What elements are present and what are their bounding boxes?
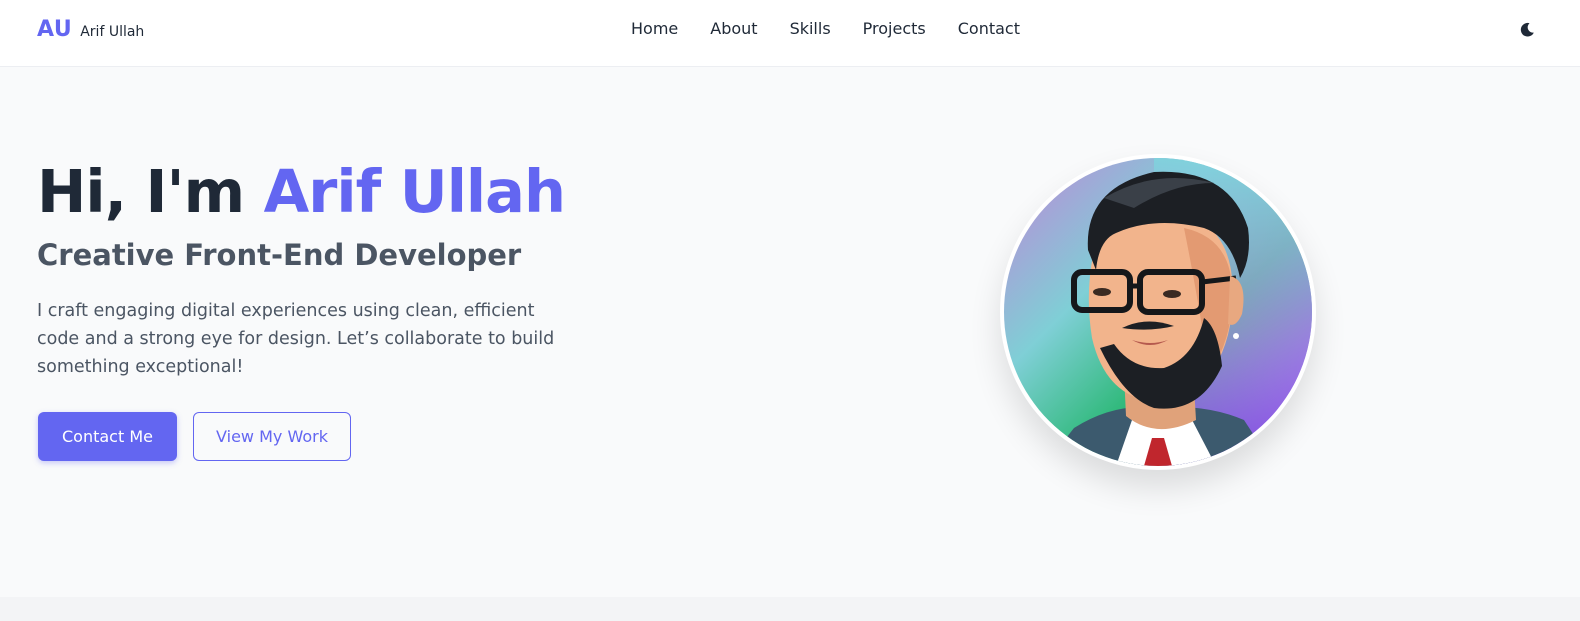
next-section-edge	[0, 597, 1580, 621]
brand-initials: AU	[37, 17, 73, 42]
hero-title: Hi, I'm Arif Ullah	[37, 156, 566, 228]
moon-icon	[1520, 22, 1534, 37]
brand-logo-link[interactable]: AU Arif Ullah	[37, 17, 144, 42]
contact-me-button[interactable]: Contact Me	[38, 412, 177, 461]
hero-name: Arif Ullah	[263, 157, 566, 226]
nav-link-skills[interactable]: Skills	[790, 19, 831, 38]
navbar: AU Arif Ullah Home About Skills Projects…	[0, 0, 1580, 67]
hero-subtitle: Creative Front-End Developer	[37, 238, 522, 272]
avatar-illustration	[1004, 158, 1312, 466]
nav-link-projects[interactable]: Projects	[863, 19, 926, 38]
nav-link-home[interactable]: Home	[631, 19, 678, 38]
nav-menu: Home About Skills Projects Contact	[631, 19, 1020, 38]
brand-name: Arif Ullah	[80, 24, 145, 40]
profile-avatar	[1000, 154, 1316, 470]
nav-link-contact[interactable]: Contact	[958, 19, 1020, 38]
hero-greeting: Hi, I'm	[37, 157, 245, 226]
hero-description: I craft engaging digital experiences usi…	[37, 301, 555, 377]
theme-toggle-button[interactable]	[1516, 19, 1538, 41]
nav-link-about[interactable]: About	[710, 19, 757, 38]
view-my-work-button[interactable]: View My Work	[193, 412, 351, 461]
